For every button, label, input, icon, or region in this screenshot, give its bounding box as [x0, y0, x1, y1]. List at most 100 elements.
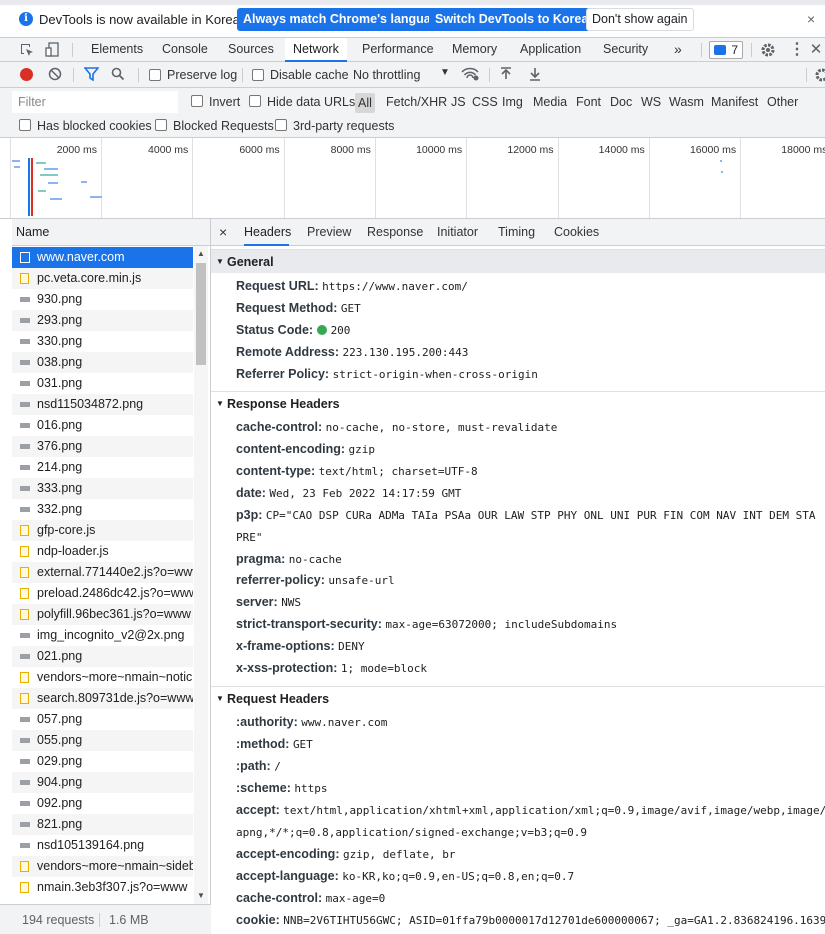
tab-security[interactable]: Security [595, 38, 656, 62]
filter-type-ws[interactable]: WS [641, 95, 661, 109]
more-tabs-icon[interactable]: » [666, 38, 690, 62]
has-blocked-cookies-checkbox[interactable] [19, 119, 31, 131]
tab-application[interactable]: Application [512, 38, 589, 62]
clear-icon[interactable] [47, 67, 63, 83]
request-row[interactable]: 332.png [12, 499, 193, 520]
kebab-menu-icon[interactable]: ⋮ [789, 42, 805, 58]
network-settings-gear-icon[interactable] [814, 67, 825, 83]
request-row[interactable]: img_incognito_v2@2x.png [12, 625, 193, 646]
filter-funnel-icon[interactable] [82, 67, 100, 83]
tab-sources[interactable]: Sources [220, 38, 282, 62]
scrollbar-thumb[interactable] [196, 263, 206, 365]
request-row[interactable]: nsd115034872.png [12, 394, 193, 415]
general-section-header[interactable]: ▼ General [211, 249, 825, 273]
always-match-language-button[interactable]: Always match Chrome's language [237, 8, 452, 31]
network-overview-timeline[interactable]: 2000 ms 4000 ms 6000 ms 8000 ms 10000 ms 1200… [0, 138, 825, 219]
request-name: img_incognito_v2@2x.png [37, 628, 185, 642]
filter-type-all[interactable]: All [355, 93, 375, 113]
device-toolbar-icon[interactable] [45, 42, 61, 58]
filter-type-other[interactable]: Other [767, 95, 798, 109]
request-row[interactable]: 376.png [12, 436, 193, 457]
filter-type-fetch-xhr[interactable]: Fetch/XHR [386, 95, 447, 109]
request-row[interactable]: 092.png [12, 793, 193, 814]
request-row[interactable]: polyfill.96bec361.js?o=www [12, 604, 193, 625]
request-row[interactable]: gfp-core.js [12, 520, 193, 541]
request-row[interactable]: vendors~more~nmain~notic [12, 667, 193, 688]
request-row[interactable]: vendors~more~nmain~sideb [12, 856, 193, 877]
request-row[interactable]: 055.png [12, 730, 193, 751]
details-tab-cookies[interactable]: Cookies [554, 219, 599, 246]
filter-type-wasm[interactable]: Wasm [669, 95, 704, 109]
third-party-requests-checkbox[interactable] [275, 119, 287, 131]
tab-performance[interactable]: Performance [354, 38, 442, 62]
tab-elements[interactable]: Elements [83, 38, 151, 62]
tab-network[interactable]: Network [285, 38, 347, 62]
blocked-requests-checkbox[interactable] [155, 119, 167, 131]
request-row[interactable]: nsd105139164.png [12, 835, 193, 856]
request-row[interactable]: 930.png [12, 289, 193, 310]
filter-type-css[interactable]: CSS [472, 95, 498, 109]
request-row[interactable]: 038.png [12, 352, 193, 373]
request-row[interactable]: nmain.3eb3f307.js?o=www [12, 877, 193, 898]
request-row[interactable]: 330.png [12, 331, 193, 352]
request-row[interactable]: 016.png [12, 415, 193, 436]
details-tab-initiator[interactable]: Initiator [437, 219, 478, 246]
filter-type-font[interactable]: Font [576, 95, 601, 109]
timeline-gridline [10, 138, 11, 218]
request-row[interactable]: external.771440e2.js?o=www [12, 562, 193, 583]
response-headers-section-header[interactable]: ▼ Response Headers [211, 391, 825, 415]
request-row[interactable]: 821.png [12, 814, 193, 835]
tab-memory[interactable]: Memory [444, 38, 505, 62]
name-column-header[interactable]: Name [12, 219, 210, 246]
invert-checkbox[interactable] [191, 95, 203, 107]
dont-show-again-button[interactable]: Don't show again [586, 8, 694, 31]
close-icon[interactable]: × [807, 11, 815, 27]
network-conditions-wifi-icon[interactable] [461, 67, 479, 83]
request-row[interactable]: pc.veta.core.min.js [12, 268, 193, 289]
close-devtools-icon[interactable]: ✕ [808, 42, 824, 58]
request-row[interactable]: search.809731de.js?o=www [12, 688, 193, 709]
switch-to-korean-button[interactable]: Switch DevTools to Korean [429, 8, 602, 31]
import-har-icon[interactable] [498, 67, 514, 83]
inspect-element-icon[interactable] [19, 42, 35, 58]
request-row[interactable]: 293.png [12, 310, 193, 331]
request-row[interactable]: 904.png [12, 772, 193, 793]
header-row: x-xss-protection: 1; mode=block [236, 659, 427, 678]
filter-type-manifest[interactable]: Manifest [711, 95, 758, 109]
filter-type-media[interactable]: Media [533, 95, 567, 109]
search-icon[interactable] [110, 67, 126, 83]
close-details-icon[interactable]: × [219, 219, 227, 246]
filter-input[interactable]: Filter [12, 91, 178, 113]
request-row[interactable]: www.naver.com [12, 247, 193, 268]
scroll-down-icon[interactable]: ▼ [197, 891, 205, 900]
preserve-log-checkbox[interactable] [149, 69, 161, 81]
filter-type-doc[interactable]: Doc [610, 95, 632, 109]
request-row[interactable]: 214.png [12, 457, 193, 478]
request-row[interactable]: ndp-loader.js [12, 541, 193, 562]
request-headers-section-header[interactable]: ▼ Request Headers [211, 686, 825, 710]
request-row[interactable]: preload.2486dc42.js?o=www [12, 583, 193, 604]
tab-console[interactable]: Console [154, 38, 216, 62]
record-icon[interactable] [20, 68, 33, 81]
details-tab-preview[interactable]: Preview [307, 219, 351, 246]
request-row[interactable]: 057.png [12, 709, 193, 730]
request-name: 038.png [37, 355, 83, 369]
divider [806, 68, 807, 82]
settings-gear-icon[interactable] [760, 42, 776, 58]
request-row[interactable]: 021.png [12, 646, 193, 667]
filter-type-js[interactable]: JS [451, 95, 466, 109]
request-row[interactable]: 029.png [12, 751, 193, 772]
chevron-down-icon[interactable]: ▼ [440, 67, 450, 78]
details-tab-timing[interactable]: Timing [498, 219, 535, 246]
filter-type-img[interactable]: Img [502, 95, 523, 109]
request-row[interactable]: 031.png [12, 373, 193, 394]
details-tab-response[interactable]: Response [367, 219, 423, 246]
hide-data-urls-checkbox[interactable] [249, 95, 261, 107]
details-tab-headers[interactable]: Headers [244, 219, 291, 246]
throttling-select[interactable]: No throttling [353, 68, 420, 82]
export-har-icon[interactable] [527, 67, 543, 83]
issues-counter-button[interactable]: 7 [709, 41, 743, 59]
request-row[interactable]: 333.png [12, 478, 193, 499]
scroll-up-icon[interactable]: ▲ [197, 249, 205, 258]
disable-cache-checkbox[interactable] [252, 69, 264, 81]
